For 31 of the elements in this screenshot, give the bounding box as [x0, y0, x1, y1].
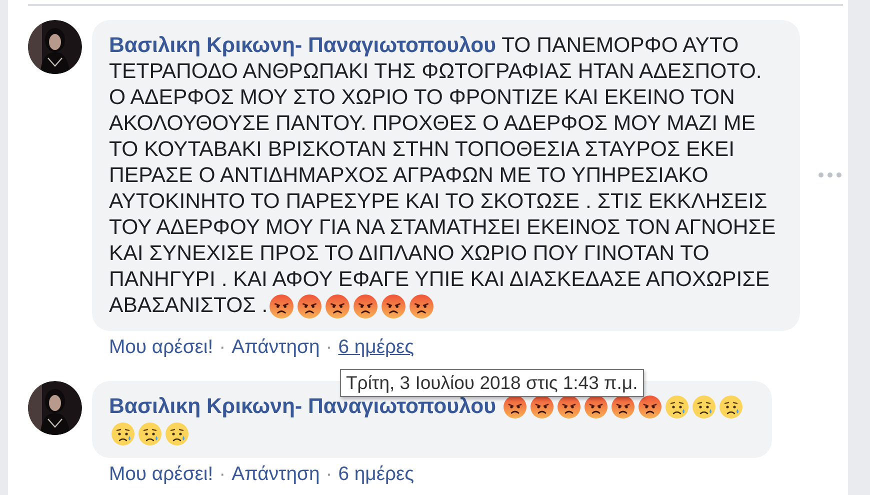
- crying-face-icon: [138, 422, 162, 446]
- angry-face-icon: [381, 294, 406, 319]
- angry-face-icon: [638, 395, 662, 420]
- separator-dot: ·: [219, 462, 226, 485]
- like-link[interactable]: Μου αρέσει!: [109, 462, 214, 485]
- angry-face-icon: [409, 294, 434, 319]
- separator-dot: ·: [326, 462, 332, 485]
- reply-link[interactable]: Απάντηση: [232, 462, 320, 485]
- angry-face-icon: [503, 395, 528, 420]
- tooltip: Τρίτη, 3 Ιουλίου 2018 στις 1:43 π.μ.: [340, 369, 644, 397]
- angry-face-icon: [530, 395, 554, 420]
- timestamp-link[interactable]: 6 ημέρες: [338, 462, 414, 485]
- angry-face-icon: [584, 395, 608, 420]
- crying-face-icon: [110, 422, 134, 446]
- reply-link[interactable]: Απάντηση: [232, 336, 320, 358]
- crying-face-icon: [164, 422, 188, 446]
- separator-dot: ·: [326, 336, 332, 358]
- crying-face-icon: [665, 395, 690, 420]
- angry-face-icon: [353, 294, 378, 319]
- angry-face-icon: [269, 294, 294, 319]
- timestamp-link[interactable]: 6 ημέρες: [338, 336, 414, 358]
- angry-face-icon: [611, 395, 636, 420]
- like-link[interactable]: Μου αρέσει!: [109, 336, 214, 358]
- angry-face-icon: [297, 294, 322, 319]
- angry-face-icon: [325, 294, 350, 319]
- separator-dot: ·: [219, 336, 226, 358]
- author-link[interactable]: Βασιλικη Κρικωνη- Παναγιωτοπουλου: [109, 33, 496, 57]
- comment-text: Βασιλικη Κρικωνη- Παναγιωτοπουλου ΤΟ ΠΑΝΕΜΟΡΦΟ ΑΥΤΟ ΤΕΤΡΑΠΟΔΟ ΑΝΘΡΩΠΑΚΙ ΤΗΣ ΦΩΤΟΓΡΑΦΙΑΣ ΗΤΑΝ ΑΔΕΣΠΟΤΟ. Ο ΑΔΕΡΦΟΣ ΜΟΥ ΣΤΟ ΧΩΡΙΟ ΤΟ ΦΡΟΝΤΙΖΕ ΚΑΙ ΕΚΕΙΝΟ ΤΟΝ ΑΚΟΛΟΥΘΟΥΣΕ ΠΑΝΤΟΥ. ΠΡΟΧΘΕΣ Ο ΑΔΕΡΦΟΣ ΜΟΥ ΜΑΖΙ ΜΕ ΤΟ ΚΟΥΤΑΒΑΚΙ ΒΡΙΣΚΟΤΑΝ ΣΤΗΝ ΤΟΠΟΘΕΣΙΑ ΣΤΑΥΡΟΣ ΕΚΕΙ ΠΕΡΑΣΕ Ο ΑΝΤΙΔΗΜΑΡΧΟΣ ΑΓΡΑΦΩΝ ΜΕ ΤΟ ΥΠΗΡΕΣΙΑΚΟ ΑΥΤΟΚΙΝΗΤΟ ΤΟ ΠΑΡΕΣΥΡΕ ΚΑΙ ΤΟ ΣΚΟΤΩΣΕ . ΣΤΙΣ ΕΚΚΛΗΣΕΙΣ ΤΟΥ ΑΔΕΡΦΟΥ ΜΟΥ ΓΙΑ ΝΑ ΣΤΑΜΑΤΗΣΕΙ ΕΚΕΙΝΟΣ ΤΟΝ ΑΓΝΟΗΣΕ ΚΑΙ ΣΥΝΕΧΙΣΕ ΠΡΟΣ ΤΟ ΔΙΠΛΑΝΟ ΧΩΡΙΟ ΠΟΥ ΓΙΝΟΤΑΝ ΤΟ ΠΑΝΗΓΥΡΙ . ΚΑΙ ΑΦΟΥ ΕΦΑΓΕ ΥΠΙΕ ΚΑΙ ΔΙΑΣΚΕΔΑΣΕ ΑΠΟΧΩΡΙΣΕ ΑΒΑΣΑΝΙΣΤΟΣ .: [109, 32, 777, 319]
- crying-face-icon: [692, 395, 716, 420]
- angry-face-icon: [557, 395, 582, 420]
- crying-face-icon: [719, 395, 744, 420]
